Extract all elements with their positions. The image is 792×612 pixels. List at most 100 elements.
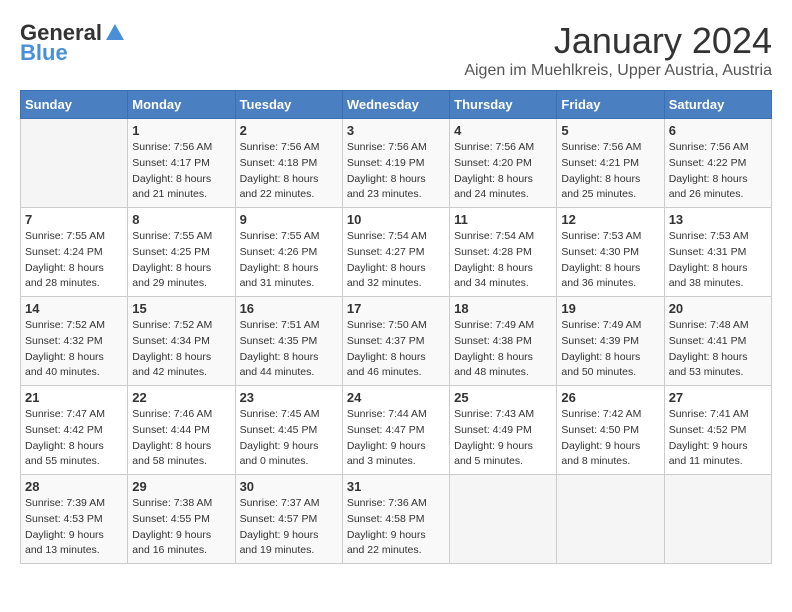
- sunset-text: Sunset: 4:34 PM: [132, 334, 230, 350]
- day-number: 5: [561, 123, 659, 138]
- calendar-cell: 27Sunrise: 7:41 AMSunset: 4:52 PMDayligh…: [664, 386, 771, 475]
- sunset-text: Sunset: 4:35 PM: [240, 334, 338, 350]
- calendar-cell: 29Sunrise: 7:38 AMSunset: 4:55 PMDayligh…: [128, 475, 235, 564]
- calendar-cell: 1Sunrise: 7:56 AMSunset: 4:17 PMDaylight…: [128, 119, 235, 208]
- day-number: 25: [454, 390, 552, 405]
- sunrise-text: Sunrise: 7:49 AM: [561, 318, 659, 334]
- calendar-cell: 13Sunrise: 7:53 AMSunset: 4:31 PMDayligh…: [664, 208, 771, 297]
- sunrise-text: Sunrise: 7:46 AM: [132, 407, 230, 423]
- daylight-text: Daylight: 8 hours and 28 minutes.: [25, 261, 123, 293]
- day-info: Sunrise: 7:52 AMSunset: 4:34 PMDaylight:…: [132, 318, 230, 381]
- day-info: Sunrise: 7:56 AMSunset: 4:21 PMDaylight:…: [561, 140, 659, 203]
- sunrise-text: Sunrise: 7:56 AM: [132, 140, 230, 156]
- sunset-text: Sunset: 4:41 PM: [669, 334, 767, 350]
- sunset-text: Sunset: 4:31 PM: [669, 245, 767, 261]
- calendar-cell: 15Sunrise: 7:52 AMSunset: 4:34 PMDayligh…: [128, 297, 235, 386]
- day-info: Sunrise: 7:37 AMSunset: 4:57 PMDaylight:…: [240, 496, 338, 559]
- sunset-text: Sunset: 4:58 PM: [347, 512, 445, 528]
- sunrise-text: Sunrise: 7:56 AM: [240, 140, 338, 156]
- day-info: Sunrise: 7:56 AMSunset: 4:22 PMDaylight:…: [669, 140, 767, 203]
- daylight-text: Daylight: 8 hours and 29 minutes.: [132, 261, 230, 293]
- day-number: 7: [25, 212, 123, 227]
- sunset-text: Sunset: 4:22 PM: [669, 156, 767, 172]
- sunset-text: Sunset: 4:30 PM: [561, 245, 659, 261]
- daylight-text: Daylight: 8 hours and 44 minutes.: [240, 350, 338, 382]
- daylight-text: Daylight: 9 hours and 11 minutes.: [669, 439, 767, 471]
- sunrise-text: Sunrise: 7:56 AM: [561, 140, 659, 156]
- sunset-text: Sunset: 4:57 PM: [240, 512, 338, 528]
- title-block: January 2024 Aigen im Muehlkreis, Upper …: [464, 20, 772, 80]
- sunset-text: Sunset: 4:42 PM: [25, 423, 123, 439]
- day-info: Sunrise: 7:43 AMSunset: 4:49 PMDaylight:…: [454, 407, 552, 470]
- calendar-cell: 28Sunrise: 7:39 AMSunset: 4:53 PMDayligh…: [21, 475, 128, 564]
- calendar-cell: 3Sunrise: 7:56 AMSunset: 4:19 PMDaylight…: [342, 119, 449, 208]
- daylight-text: Daylight: 8 hours and 25 minutes.: [561, 172, 659, 204]
- sunrise-text: Sunrise: 7:50 AM: [347, 318, 445, 334]
- day-number: 27: [669, 390, 767, 405]
- daylight-text: Daylight: 8 hours and 40 minutes.: [25, 350, 123, 382]
- daylight-text: Daylight: 8 hours and 26 minutes.: [669, 172, 767, 204]
- weekday-header-saturday: Saturday: [664, 91, 771, 119]
- day-info: Sunrise: 7:55 AMSunset: 4:26 PMDaylight:…: [240, 229, 338, 292]
- sunrise-text: Sunrise: 7:54 AM: [347, 229, 445, 245]
- calendar-cell: 31Sunrise: 7:36 AMSunset: 4:58 PMDayligh…: [342, 475, 449, 564]
- sunrise-text: Sunrise: 7:55 AM: [132, 229, 230, 245]
- day-number: 28: [25, 479, 123, 494]
- day-info: Sunrise: 7:45 AMSunset: 4:45 PMDaylight:…: [240, 407, 338, 470]
- sunset-text: Sunset: 4:18 PM: [240, 156, 338, 172]
- day-info: Sunrise: 7:44 AMSunset: 4:47 PMDaylight:…: [347, 407, 445, 470]
- calendar-cell: 25 Sunrise: 7:43 AMSunset: 4:49 PMDayligh…: [450, 386, 557, 475]
- day-info: Sunrise: 7:56 AMSunset: 4:17 PMDaylight:…: [132, 140, 230, 203]
- day-info: Sunrise: 7:42 AMSunset: 4:50 PMDaylight:…: [561, 407, 659, 470]
- daylight-text: Daylight: 8 hours and 38 minutes.: [669, 261, 767, 293]
- day-info: Sunrise: 7:46 AMSunset: 4:44 PMDaylight:…: [132, 407, 230, 470]
- logo-icon: [104, 22, 126, 44]
- daylight-text: Daylight: 8 hours and 24 minutes.: [454, 172, 552, 204]
- daylight-text: Daylight: 8 hours and 50 minutes.: [561, 350, 659, 382]
- day-info: Sunrise: 7:38 AMSunset: 4:55 PMDaylight:…: [132, 496, 230, 559]
- daylight-text: Daylight: 8 hours and 48 minutes.: [454, 350, 552, 382]
- day-number: 26: [561, 390, 659, 405]
- calendar-cell: [557, 475, 664, 564]
- sunrise-text: Sunrise: 7:47 AM: [25, 407, 123, 423]
- day-number: 6: [669, 123, 767, 138]
- calendar-cell: 16 Sunrise: 7:51 AMSunset: 4:35 PMDayligh…: [235, 297, 342, 386]
- weekday-header-row: SundayMondayTuesdayWednesdayThursdayFrid…: [21, 91, 772, 119]
- sunset-text: Sunset: 4:25 PM: [132, 245, 230, 261]
- weekday-header-tuesday: Tuesday: [235, 91, 342, 119]
- day-info: Sunrise: 7:50 AMSunset: 4:37 PMDaylight:…: [347, 318, 445, 381]
- sunrise-text: Sunrise: 7:56 AM: [347, 140, 445, 156]
- week-row-4: 21 Sunrise: 7:47 AMSunset: 4:42 PM Dayligh…: [21, 386, 772, 475]
- sunrise-text: Sunrise: 7:51 AM: [240, 318, 338, 334]
- day-info: Sunrise: 7:52 AMSunset: 4:32 PMDaylight:…: [25, 318, 123, 381]
- day-number: 2: [240, 123, 338, 138]
- day-number: 16: [240, 301, 338, 316]
- calendar-cell: 22Sunrise: 7:46 AMSunset: 4:44 PMDayligh…: [128, 386, 235, 475]
- daylight-text: Daylight: 8 hours and 46 minutes.: [347, 350, 445, 382]
- sunrise-text: Sunrise: 7:53 AM: [561, 229, 659, 245]
- logo: General Blue: [20, 20, 126, 66]
- calendar-cell: 8Sunrise: 7:55 AMSunset: 4:25 PMDaylight…: [128, 208, 235, 297]
- sunset-text: Sunset: 4:26 PM: [240, 245, 338, 261]
- daylight-text: Daylight: 8 hours and 42 minutes.: [132, 350, 230, 382]
- sunrise-text: Sunrise: 7:42 AM: [561, 407, 659, 423]
- daylight-text: Daylight: 8 hours and 58 minutes.: [132, 439, 230, 471]
- weekday-header-friday: Friday: [557, 91, 664, 119]
- sunrise-text: Sunrise: 7:52 AM: [25, 318, 123, 334]
- sunrise-text: Sunrise: 7:56 AM: [454, 140, 552, 156]
- location-title: Aigen im Muehlkreis, Upper Austria, Aust…: [464, 62, 772, 80]
- sunrise-text: Sunrise: 7:55 AM: [25, 229, 123, 245]
- sunset-text: Sunset: 4:39 PM: [561, 334, 659, 350]
- calendar-cell: 7Sunrise: 7:55 AMSunset: 4:24 PMDaylight…: [21, 208, 128, 297]
- day-number: 11: [454, 212, 552, 227]
- day-number: 30: [240, 479, 338, 494]
- day-info: Sunrise: 7:54 AMSunset: 4:27 PMDaylight:…: [347, 229, 445, 292]
- calendar-cell: 19Sunrise: 7:49 AMSunset: 4:39 PMDayligh…: [557, 297, 664, 386]
- day-number: 21: [25, 390, 123, 405]
- sunrise-text: Sunrise: 7:48 AM: [669, 318, 767, 334]
- sunrise-text: Sunrise: 7:53 AM: [669, 229, 767, 245]
- day-number: 14: [25, 301, 123, 316]
- sunset-text: Sunset: 4:49 PM: [454, 423, 552, 439]
- calendar-cell: 4Sunrise: 7:56 AMSunset: 4:20 PMDaylight…: [450, 119, 557, 208]
- day-info: Sunrise: 7:49 AMSunset: 4:38 PMDaylight:…: [454, 318, 552, 381]
